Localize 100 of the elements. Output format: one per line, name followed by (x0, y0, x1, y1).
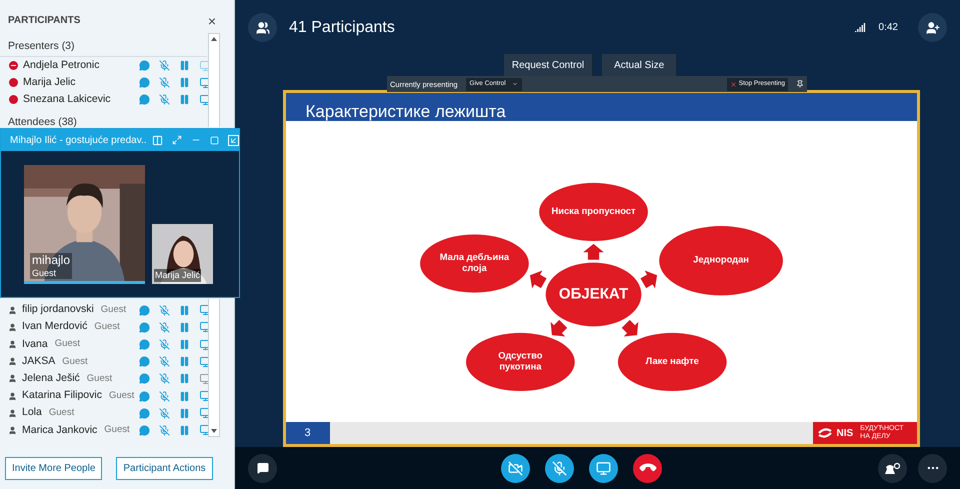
hang-up-button[interactable] (633, 454, 662, 483)
more-options-button[interactable] (918, 454, 947, 483)
person-icon (8, 426, 17, 435)
chat-icon[interactable] (139, 304, 150, 316)
pause-icon[interactable] (179, 60, 190, 72)
participant-name[interactable]: JAKSA (22, 354, 56, 370)
person-icon (8, 408, 17, 418)
slide-title: Карактеристике лежишта (306, 103, 506, 120)
participant-name[interactable]: Marija Jelic (23, 74, 76, 91)
participant-name[interactable]: Snezana Lakicevic (23, 92, 111, 108)
pause-icon[interactable] (179, 339, 190, 350)
fullscreen-icon[interactable] (172, 135, 182, 145)
pause-icon[interactable] (179, 390, 190, 402)
pause-icon[interactable] (179, 94, 190, 106)
chat-icon[interactable] (139, 356, 150, 368)
pause-icon[interactable] (179, 322, 190, 333)
participant-role: Guest (104, 423, 130, 438)
chat-icon (256, 462, 268, 474)
slide-number: 3 (286, 422, 330, 444)
pause-icon[interactable] (179, 373, 190, 384)
video-off-icon (508, 460, 523, 476)
arrow-shape (550, 320, 567, 337)
close-button[interactable]: × (208, 14, 216, 28)
mic-muted-icon[interactable] (159, 373, 170, 384)
scrollbar-track[interactable] (208, 299, 220, 437)
chat-icon[interactable] (139, 373, 150, 384)
chat-icon[interactable] (139, 390, 150, 402)
phone-settings-icon (885, 462, 900, 475)
participant-name[interactable]: Marica Jankovic (22, 422, 98, 438)
arrow-shape (529, 270, 546, 289)
chat-icon[interactable] (139, 94, 150, 106)
arrow-shape (640, 270, 657, 289)
maximize-icon[interactable] (210, 136, 219, 144)
participant-name[interactable]: Ivan Merdović (22, 319, 88, 336)
mic-muted-icon[interactable] (159, 94, 170, 106)
mic-muted-icon[interactable] (159, 356, 170, 368)
node-label: Ниска пропусност (550, 206, 636, 217)
participant-role: Guest (62, 354, 88, 369)
chat-icon[interactable] (139, 77, 150, 88)
video-caller-role: Guest (32, 268, 58, 279)
participants-button[interactable] (248, 13, 277, 42)
pause-icon[interactable] (179, 304, 190, 316)
pin-icon[interactable] (796, 80, 804, 88)
video-off-button[interactable] (501, 454, 530, 483)
chat-button[interactable] (248, 454, 277, 483)
scroll-up-icon[interactable] (211, 37, 217, 41)
mic-muted-icon[interactable] (159, 424, 170, 436)
participant-name[interactable]: Andjela Petronic (23, 58, 100, 74)
panel-title: PARTICIPANTS (8, 14, 80, 28)
mic-muted-icon[interactable] (159, 304, 170, 316)
participant-name[interactable]: Jelena Ješić (22, 371, 80, 387)
conversation-title: 41 Participants (289, 18, 395, 38)
node-label: Одсуство пукотина (498, 351, 542, 372)
person-icon (8, 322, 17, 332)
scroll-down-icon[interactable] (211, 429, 217, 433)
mic-muted-icon[interactable] (159, 77, 170, 88)
scrollbar-track[interactable] (208, 33, 220, 127)
arrow-shape (621, 320, 638, 337)
participant-name[interactable]: Katarina Filipovic (22, 388, 102, 404)
call-duration: 0:42 (878, 21, 898, 36)
mic-off-button[interactable] (545, 454, 574, 483)
close-icon (730, 80, 737, 88)
group-header[interactable]: Presenters (3) (8, 40, 75, 52)
node-label: ОБЈЕКАТ (558, 286, 628, 303)
participant-role: Guest (108, 388, 134, 403)
participant-role: Guest (86, 372, 112, 386)
chat-icon[interactable] (139, 60, 150, 72)
participant-name[interactable]: Ivana (22, 336, 48, 352)
participant-name[interactable]: Lola (22, 405, 42, 422)
chat-icon[interactable] (139, 322, 150, 333)
logo-text: NIS (836, 426, 854, 441)
group-header[interactable]: Attendees (38) (8, 116, 77, 128)
add-people-button[interactable] (918, 13, 947, 42)
chat-icon[interactable] (139, 339, 150, 350)
people-icon (256, 20, 270, 35)
chat-icon[interactable] (139, 424, 150, 436)
mic-muted-icon[interactable] (159, 390, 170, 402)
panel-button[interactable]: Invite More People (5, 457, 102, 480)
layout-icon[interactable] (152, 134, 163, 146)
screen-share-button[interactable] (589, 454, 618, 483)
chat-icon[interactable] (139, 408, 150, 419)
participant-name[interactable]: filip jordanovski (22, 302, 94, 318)
mic-muted-icon[interactable] (159, 339, 170, 350)
logo-icon (816, 427, 832, 440)
panel-button[interactable]: Participant Actions (116, 457, 213, 480)
pause-icon[interactable] (179, 424, 190, 436)
mic-muted-icon[interactable] (159, 408, 170, 419)
mic-off-icon (552, 460, 567, 476)
pause-icon[interactable] (179, 408, 190, 419)
pause-icon[interactable] (179, 356, 190, 368)
call-settings-button[interactable] (878, 454, 907, 483)
person-icon (8, 306, 17, 315)
pause-icon[interactable] (179, 77, 190, 88)
dock-icon[interactable] (228, 134, 239, 146)
stage-button[interactable]: Request Control (502, 53, 594, 78)
person-icon (8, 392, 17, 401)
participant-role: Guest (54, 337, 80, 352)
stage-button[interactable]: Actual Size (601, 53, 678, 78)
mic-muted-icon[interactable] (159, 60, 170, 72)
mic-muted-icon[interactable] (159, 322, 170, 333)
